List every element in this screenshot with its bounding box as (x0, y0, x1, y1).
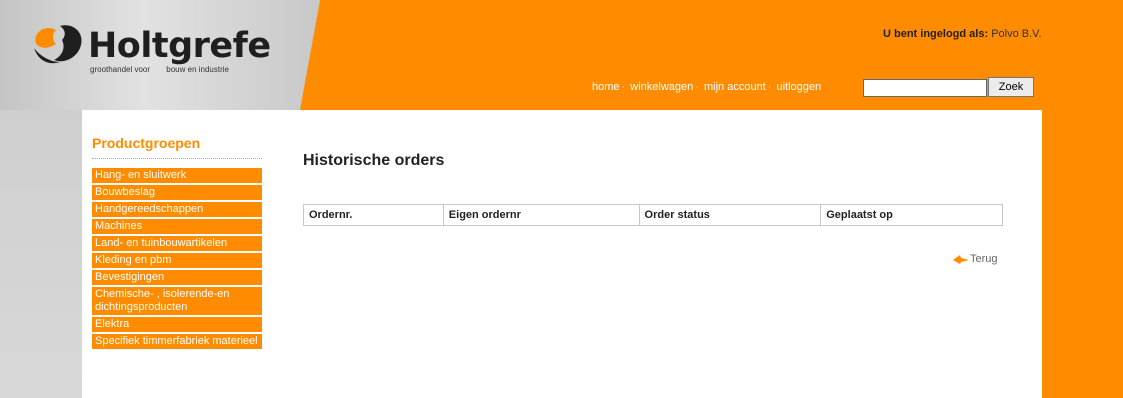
table-header-row: Ordernr. Eigen ordernr Order status Gepl… (303, 204, 1003, 226)
back-arrow-icon (953, 254, 969, 264)
page: Holtgrefe groothandel voor bouw en indus… (0, 0, 1123, 398)
sidebar-item-chemische[interactable]: Chemische- , isolerende-en dichtingsprod… (92, 287, 262, 317)
nav-separator: · (621, 81, 626, 93)
back-label: Terug (970, 253, 998, 265)
sidebar-item-handgereedschappen[interactable]: Handgereedschappen (92, 202, 262, 219)
page-title: Historische orders (303, 152, 445, 169)
top-nav: home · winkelwagen · mijn account · uitlogg… (592, 81, 821, 93)
sidebar-item-hang-en-sluitwerk[interactable]: Hang- en sluitwerk (92, 168, 262, 185)
login-label: U bent ingelogd als: (883, 28, 989, 40)
login-user: Polvo B.V. (991, 28, 1042, 40)
nav-separator: · (767, 81, 772, 93)
sidebar-title: Productgroepen (92, 135, 201, 151)
nav-mijn-account[interactable]: mijn account (704, 81, 766, 93)
sidebar-divider (92, 158, 262, 159)
nav-separator: · (695, 81, 699, 93)
nav-winkelwagen[interactable]: winkelwagen (630, 81, 693, 93)
column-header-order-status[interactable]: Order status (638, 204, 822, 226)
back-link[interactable]: Terug (953, 253, 998, 265)
column-header-eigen-ordernr[interactable]: Eigen ordernr (442, 204, 640, 226)
sidebar-item-bevestigingen[interactable]: Bevestigingen (92, 270, 262, 287)
login-status: U bent ingelogd als: Polvo B.V. (883, 28, 1042, 40)
logo[interactable]: Holtgrefe groothandel voor bouw en indus… (30, 18, 280, 78)
logo-tagline: groothandel voor bouw en industrie (90, 65, 243, 74)
sidebar-item-machines[interactable]: Machines (92, 219, 262, 236)
search-input[interactable] (863, 79, 987, 97)
sidebar-item-kleding-en-pbm[interactable]: Kleding en pbm (92, 253, 262, 270)
logo-tagline-1: groothandel voor (90, 65, 151, 74)
logo-mark-icon (34, 25, 82, 64)
sidebar-item-bouwbeslag[interactable]: Bouwbeslag (92, 185, 262, 202)
product-group-menu: Hang- en sluitwerk Bouwbeslag Handgereed… (92, 168, 262, 351)
sidebar-item-timmerfabriek[interactable]: Specifiek timmerfabriek materieel (92, 334, 262, 351)
orders-table: Ordernr. Eigen ordernr Order status Gepl… (303, 204, 1003, 226)
column-header-geplaatst-op[interactable]: Geplaatst op (820, 204, 1003, 226)
column-header-ordernr[interactable]: Ordernr. (303, 204, 444, 226)
sidebar-item-land-en-tuinbouw[interactable]: Land- en tuinbouwartikelen (92, 236, 262, 253)
search-button[interactable]: Zoek (988, 77, 1034, 97)
logo-wordmark: Holtgrefe (88, 26, 271, 66)
logo-tagline-2: bouw en industrie (166, 65, 229, 74)
nav-uitloggen[interactable]: uitloggen (776, 81, 821, 93)
sidebar-item-elektra[interactable]: Elektra (92, 317, 262, 334)
nav-home[interactable]: home (592, 81, 620, 93)
